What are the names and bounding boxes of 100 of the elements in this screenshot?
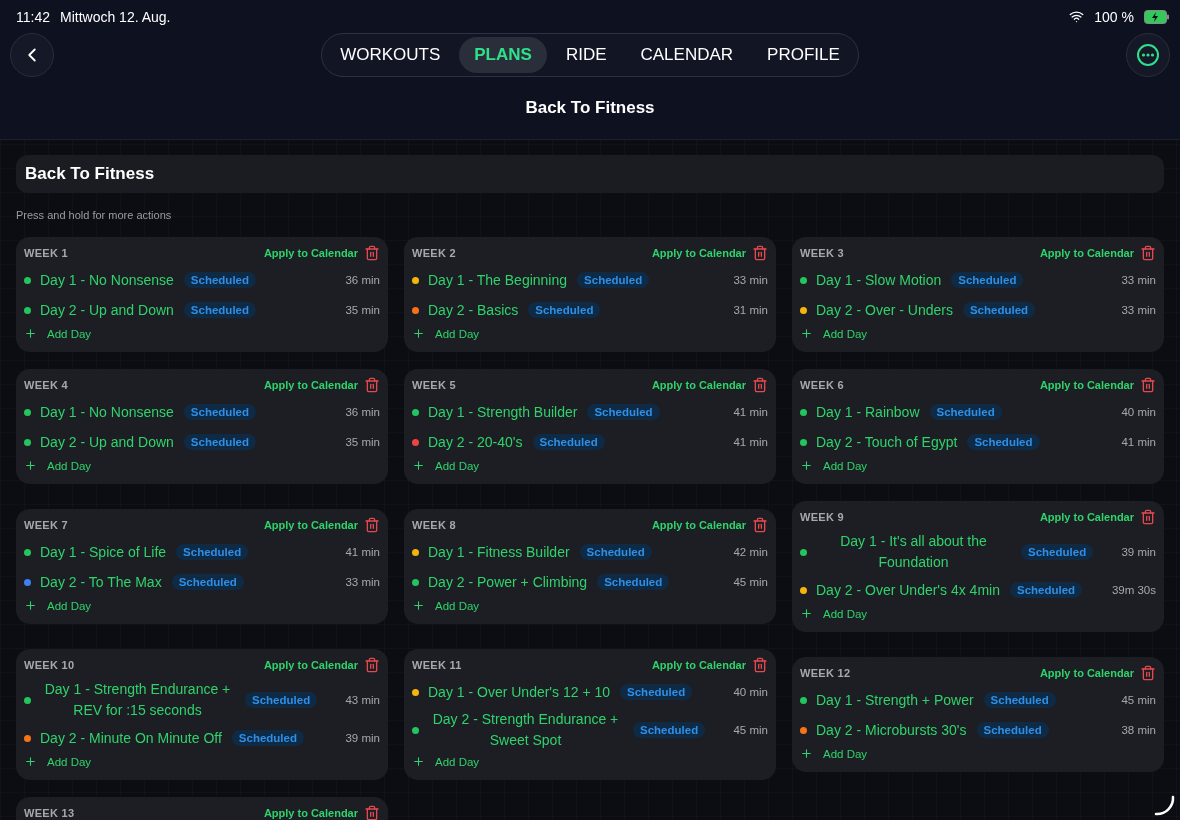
- apply-to-calendar-link[interactable]: Apply to Calendar: [263, 379, 358, 391]
- trash-icon[interactable]: [364, 657, 380, 673]
- trash-icon[interactable]: [364, 245, 380, 261]
- week-title: WEEK 6: [800, 379, 844, 391]
- trash-icon[interactable]: [1140, 245, 1156, 261]
- day-name[interactable]: Day 1 - Strength + Power: [816, 687, 974, 713]
- apply-to-calendar-link[interactable]: Apply to Calendar: [651, 519, 746, 531]
- scheduled-badge: Scheduled: [183, 272, 256, 288]
- add-day-button[interactable]: Add Day: [412, 597, 480, 616]
- day-name[interactable]: Day 2 - To The Max: [40, 569, 162, 595]
- add-day-button[interactable]: Add Day: [800, 745, 868, 764]
- trash-icon[interactable]: [752, 245, 768, 261]
- duration: 39m 30s: [1111, 584, 1156, 596]
- scheduled-badge: Scheduled: [1021, 544, 1094, 560]
- apply-to-calendar-link[interactable]: Apply to Calendar: [651, 659, 746, 671]
- nav-tab[interactable]: WORKOUTS: [325, 37, 456, 73]
- duration: 41 min: [1121, 436, 1156, 448]
- scheduled-badge: Scheduled: [633, 722, 706, 738]
- nav-tab[interactable]: PROFILE: [752, 37, 855, 73]
- plus-icon: [800, 747, 813, 760]
- apply-to-calendar-link[interactable]: Apply to Calendar: [263, 519, 358, 531]
- add-day-button[interactable]: Add Day: [412, 325, 480, 344]
- page-title: Back To Fitness: [524, 98, 656, 118]
- duration: 43 min: [345, 694, 380, 706]
- scheduled-badge: Scheduled: [620, 684, 693, 700]
- day-name[interactable]: Day 1 - No Nonsense: [40, 267, 174, 293]
- day-name[interactable]: Day 2 - Power + Climbing: [428, 569, 588, 595]
- day-name[interactable]: Day 2 - Over Under's 4x 4min: [816, 577, 1000, 603]
- add-day-button[interactable]: Add Day: [800, 325, 868, 344]
- add-day-button[interactable]: Add Day: [24, 457, 92, 476]
- add-day-button[interactable]: Add Day: [412, 457, 480, 476]
- plus-icon: [800, 459, 813, 472]
- duration: 36 min: [345, 274, 380, 286]
- day-name[interactable]: Day 2 - Up and Down: [40, 297, 174, 323]
- day-name[interactable]: Day 1 - Over Under's 12 + 10: [428, 679, 611, 705]
- day-name[interactable]: Day 1 - The Beginning: [428, 267, 568, 293]
- day-name[interactable]: Day 1 - Strength Builder: [428, 399, 578, 425]
- duration: 38 min: [1121, 724, 1156, 736]
- apply-to-calendar-link[interactable]: Apply to Calendar: [1039, 667, 1134, 679]
- day-name[interactable]: Day 2 - Microbursts 30's: [816, 717, 967, 743]
- day-name[interactable]: Day 2 - Over - Unders: [816, 297, 953, 323]
- day-name[interactable]: Day 1 - No Nonsense: [40, 399, 174, 425]
- apply-to-calendar-link[interactable]: Apply to Calendar: [1039, 247, 1134, 259]
- week-title: WEEK 1: [24, 247, 68, 259]
- more-icon: [1136, 43, 1160, 67]
- duration: 45 min: [733, 576, 768, 588]
- day-name[interactable]: Day 1 - Slow Motion: [816, 267, 942, 293]
- apply-to-calendar-link[interactable]: Apply to Calendar: [263, 659, 358, 671]
- day-name[interactable]: Day 1 - Spice of Life: [40, 539, 167, 565]
- trash-icon[interactable]: [752, 657, 768, 673]
- day-name[interactable]: Day 2 - 20-40's: [428, 429, 523, 455]
- week-title: WEEK 2: [412, 247, 456, 259]
- add-day-button[interactable]: Add Day: [800, 605, 868, 624]
- duration: 42 min: [733, 546, 768, 558]
- week-title: WEEK 8: [412, 519, 456, 531]
- duration: 39 min: [1121, 546, 1156, 558]
- trash-icon[interactable]: [364, 805, 380, 820]
- add-day-button[interactable]: Add Day: [24, 753, 92, 772]
- apply-to-calendar-link[interactable]: Apply to Calendar: [651, 247, 746, 259]
- add-day-button[interactable]: Add Day: [412, 753, 480, 772]
- day-name[interactable]: Day 1 - Strength Endurance + REV for :15 seconds: [40, 677, 235, 723]
- apply-to-calendar-link[interactable]: Apply to Calendar: [263, 807, 358, 819]
- add-day-button[interactable]: Add Day: [800, 457, 868, 476]
- apply-to-calendar-link[interactable]: Apply to Calendar: [263, 247, 358, 259]
- plan-title[interactable]: Back To Fitness: [16, 155, 1164, 193]
- day-name[interactable]: Day 2 - Touch of Egypt: [816, 429, 958, 455]
- trash-icon[interactable]: [364, 377, 380, 393]
- scheduled-badge: Scheduled: [597, 574, 670, 590]
- day-name[interactable]: Day 2 - Minute On Minute Off: [40, 725, 222, 751]
- trash-icon[interactable]: [752, 517, 768, 533]
- scheduled-badge: Scheduled: [231, 730, 304, 746]
- duration: 33 min: [733, 274, 768, 286]
- trash-icon[interactable]: [1140, 509, 1156, 525]
- duration: 33 min: [1121, 274, 1156, 286]
- day-name[interactable]: Day 2 - Up and Down: [40, 429, 174, 455]
- nav-tab[interactable]: RIDE: [550, 37, 622, 73]
- duration: 39 min: [345, 732, 380, 744]
- add-day-button[interactable]: Add Day: [24, 325, 92, 344]
- trash-icon[interactable]: [752, 377, 768, 393]
- scheduled-badge: Scheduled: [929, 404, 1002, 420]
- duration: 40 min: [733, 686, 768, 698]
- day-name[interactable]: Day 1 - Rainbow: [816, 399, 920, 425]
- day-name[interactable]: Day 1 - It's all about the Foundation: [816, 529, 1011, 575]
- day-name[interactable]: Day 2 - Basics: [428, 297, 519, 323]
- trash-icon[interactable]: [364, 517, 380, 533]
- trash-icon[interactable]: [1140, 377, 1156, 393]
- apply-to-calendar-link[interactable]: Apply to Calendar: [1039, 511, 1134, 523]
- more-button[interactable]: [1126, 33, 1170, 77]
- day-name[interactable]: Day 1 - Fitness Builder: [428, 539, 570, 565]
- scheduled-badge: Scheduled: [171, 574, 244, 590]
- apply-to-calendar-link[interactable]: Apply to Calendar: [1039, 379, 1134, 391]
- day-name[interactable]: Day 2 - Strength Endurance + Sweet Spot: [428, 707, 623, 753]
- scheduled-badge: Scheduled: [245, 692, 318, 708]
- nav-tab[interactable]: PLANS: [459, 37, 547, 73]
- week-title: WEEK 10: [24, 659, 75, 671]
- nav-tab[interactable]: CALENDAR: [625, 37, 749, 73]
- plus-icon: [24, 599, 37, 612]
- add-day-button[interactable]: Add Day: [24, 597, 92, 616]
- apply-to-calendar-link[interactable]: Apply to Calendar: [651, 379, 746, 391]
- trash-icon[interactable]: [1140, 665, 1156, 681]
